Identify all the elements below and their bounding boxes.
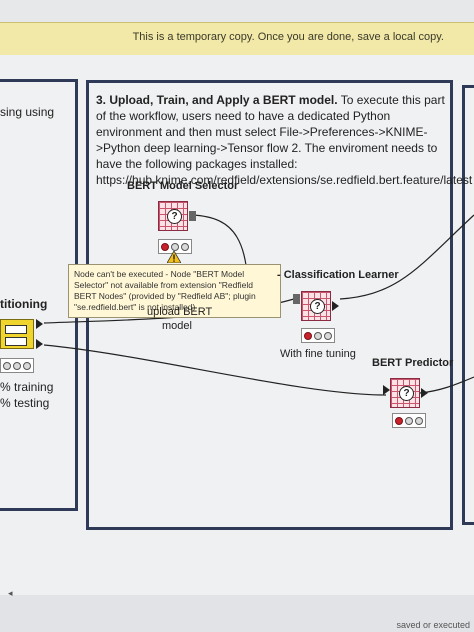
status-light-yellow: [13, 361, 21, 370]
bert-predictor-output-port[interactable]: [421, 388, 428, 398]
partitioning-node[interactable]: [0, 319, 34, 349]
status-light-yellow: [405, 416, 413, 425]
bert-model-selector-node[interactable]: ?: [158, 201, 188, 231]
horizontal-scrollbar[interactable]: ◂ saved or executed: [0, 588, 474, 632]
status-light-green: [181, 242, 189, 251]
status-corner-text: saved or executed: [396, 620, 470, 630]
bert-selector-output-port[interactable]: [189, 211, 196, 221]
status-light-green: [415, 416, 423, 425]
status-light-red: [161, 242, 169, 251]
classification-learner-input-port[interactable]: [293, 294, 300, 304]
browser-top-strip: [0, 0, 474, 22]
status-light-yellow: [171, 242, 179, 251]
bert-selector-sub-1: upload BERT: [147, 306, 213, 318]
classification-learner-prefix: -: [277, 269, 281, 281]
partitioning-status: [0, 358, 34, 373]
partitioning-output-port-1[interactable]: [36, 319, 43, 329]
bert-predictor-node[interactable]: ?: [390, 378, 420, 408]
question-icon: ?: [310, 299, 325, 314]
status-light-yellow: [314, 331, 322, 340]
classification-learner-node[interactable]: ?: [301, 291, 331, 321]
bert-selector-sub-2: model: [162, 320, 192, 332]
question-icon: ?: [167, 209, 182, 224]
partitioning-output-port-2[interactable]: [36, 339, 43, 349]
workflow-canvas[interactable]: 3. Upload, Train, and Apply a BERT model…: [0, 55, 474, 632]
bert-predictor-label: BERT Predictor: [372, 357, 454, 369]
bert-predictor-status: [392, 413, 426, 428]
partition-bar-bottom: [5, 337, 27, 346]
banner-text: This is a temporary copy. Once you are d…: [132, 31, 444, 43]
status-light-red: [3, 361, 11, 370]
bert-predictor-input-port[interactable]: [383, 385, 390, 395]
question-icon: ?: [399, 386, 414, 401]
status-light-green: [23, 361, 31, 370]
classification-learner-output-port[interactable]: [332, 301, 339, 311]
status-light-red: [395, 416, 403, 425]
status-light-red: [304, 331, 312, 340]
temporary-copy-banner: This is a temporary copy. Once you are d…: [0, 22, 474, 56]
scroll-left-icon[interactable]: ◂: [8, 588, 13, 599]
classification-learner-sub: With fine tuning: [280, 348, 356, 360]
classification-learner-name: Classification Learner: [283, 269, 399, 281]
classification-learner-status: [301, 328, 335, 343]
bert-model-selector-label: BERT Model Selector: [127, 180, 239, 192]
warning-icon: [167, 251, 181, 263]
connection-wires: [43, 214, 474, 396]
classification-learner-label: - Classification Learner: [277, 269, 399, 281]
partition-bar-top: [5, 325, 27, 334]
status-light-green: [324, 331, 332, 340]
